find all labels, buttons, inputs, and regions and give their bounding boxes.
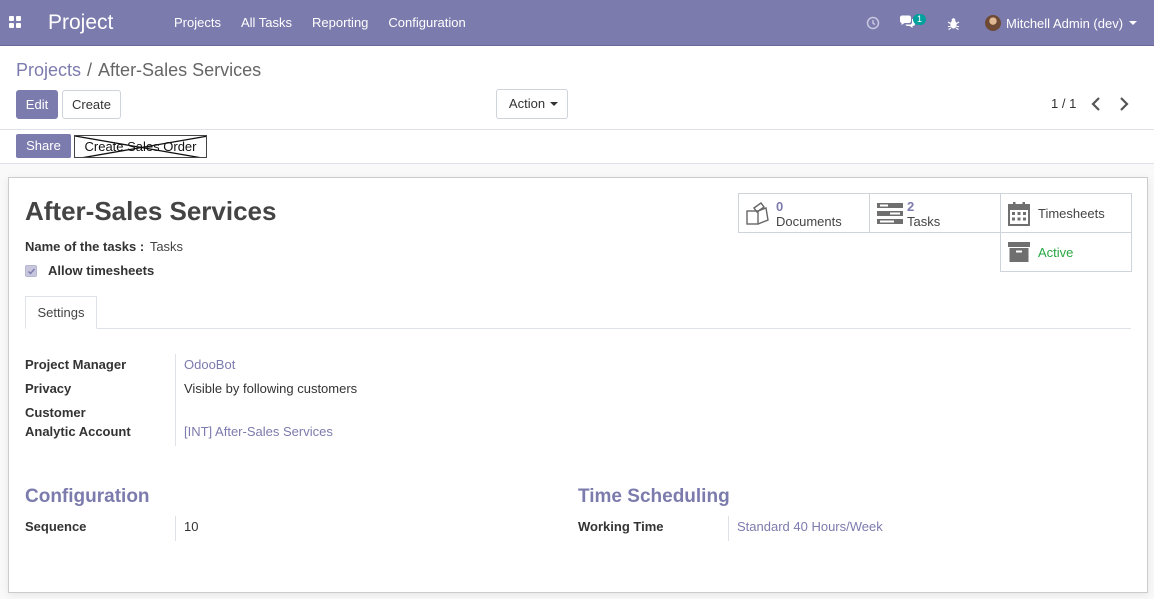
sequence-label: Sequence <box>25 519 87 534</box>
working-time-label: Working Time <box>578 519 664 534</box>
tasks-smart-button[interactable]: 2 Tasks <box>869 193 1001 233</box>
user-avatar <box>985 15 1001 31</box>
project-manager-link[interactable]: OdooBot <box>184 357 235 372</box>
documents-smart-button[interactable]: 0 Documents <box>738 193 870 233</box>
activities-clock-icon[interactable] <box>866 0 880 46</box>
notebook-tab-bar <box>25 328 1131 329</box>
allow-timesheets-checkbox[interactable] <box>25 265 37 277</box>
debug-bug-icon[interactable] <box>947 0 960 46</box>
project-manager-label: Project Manager <box>25 357 127 372</box>
active-toggle-button[interactable]: Active <box>1000 232 1132 272</box>
tasks-name-label: Name of the tasks : <box>25 239 145 254</box>
pager-previous-icon[interactable] <box>1090 96 1104 112</box>
files-icon <box>746 202 770 229</box>
chevron-down-icon <box>550 102 558 106</box>
privacy-label: Privacy <box>25 381 72 396</box>
share-button[interactable]: Share <box>16 134 71 158</box>
analytic-account-label: Analytic Account <box>25 424 131 439</box>
breadcrumb-projects-link[interactable]: Projects <box>16 60 81 81</box>
privacy-value[interactable]: Visible by following customers <box>184 381 357 396</box>
breadcrumb: Projects / After-Sales Services <box>16 60 261 81</box>
time-scheduling-section-title: Time Scheduling <box>578 486 730 507</box>
create-sales-order-button[interactable]: Create Sales Order <box>74 135 207 158</box>
tab-settings[interactable]: Settings <box>25 296 97 329</box>
tasks-name-value[interactable]: Tasks <box>150 239 183 254</box>
edit-button[interactable]: Edit <box>16 90 58 119</box>
customer-label: Customer <box>25 405 86 420</box>
pager-next-icon[interactable] <box>1118 96 1132 112</box>
archive-icon <box>1008 241 1030 266</box>
active-label: Active <box>1038 245 1074 260</box>
documents-count: 0 <box>776 199 784 214</box>
apps-menu-icon[interactable] <box>9 16 23 30</box>
create-button[interactable]: Create <box>62 90 121 119</box>
menu-item-all-tasks[interactable]: All Tasks <box>231 0 302 46</box>
action-dropdown[interactable]: Action <box>496 89 568 119</box>
breadcrumb-separator: / <box>87 60 93 80</box>
configuration-section-title: Configuration <box>25 486 150 507</box>
project-title[interactable]: After-Sales Services <box>25 196 276 227</box>
menu-item-configuration[interactable]: Configuration <box>378 0 475 46</box>
strikethrough-cross-icon <box>75 136 206 157</box>
working-time-link[interactable]: Standard 40 Hours/Week <box>737 519 883 534</box>
settings-field-separator <box>175 354 176 446</box>
sequence-field-separator <box>175 516 176 541</box>
tasks-name-field: Name of the tasks : Tasks <box>25 239 183 254</box>
allow-timesheets-label: Allow timesheets <box>48 263 155 278</box>
tasks-icon <box>877 202 903 227</box>
messaging-menu[interactable]: 1 <box>899 0 927 46</box>
menu-item-reporting[interactable]: Reporting <box>302 0 378 46</box>
chat-count-badge: 1 <box>913 14 927 25</box>
user-name: Mitchell Admin (dev) <box>1006 15 1124 31</box>
documents-label: Documents <box>776 214 842 229</box>
tasks-label: Tasks <box>907 214 941 229</box>
timesheets-label: Timesheets <box>1038 206 1105 221</box>
sequence-value[interactable]: 10 <box>184 519 198 534</box>
menu-item-projects[interactable]: Projects <box>164 0 231 46</box>
user-menu[interactable]: Mitchell Admin (dev) <box>985 0 1138 46</box>
working-time-field-separator <box>728 516 729 541</box>
timesheets-smart-button[interactable]: Timesheets <box>1000 193 1132 233</box>
calendar-icon <box>1008 202 1030 229</box>
main-menu: Projects All Tasks Reporting Configurati… <box>164 0 476 46</box>
app-brand[interactable]: Project <box>48 11 113 35</box>
pager-value[interactable]: 1 / 1 <box>1051 96 1076 111</box>
analytic-account-link[interactable]: [INT] After-Sales Services <box>184 424 333 439</box>
tasks-count: 2 <box>907 199 915 214</box>
top-navbar: Project Projects All Tasks Reporting Con… <box>0 0 1154 46</box>
breadcrumb-current: After-Sales Services <box>98 60 262 80</box>
action-label: Action <box>508 96 546 111</box>
chevron-down-icon <box>1129 21 1138 25</box>
